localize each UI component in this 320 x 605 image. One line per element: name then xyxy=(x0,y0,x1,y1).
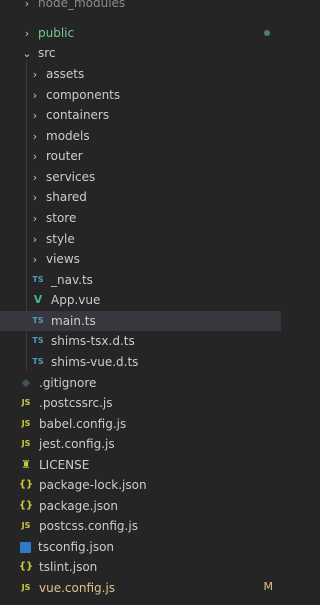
tree-item-babel-config[interactable]: JS babel.config.js xyxy=(0,414,281,434)
json-icon: {} xyxy=(18,561,34,572)
tree-item-label: main.ts xyxy=(51,314,96,328)
chevron-right-icon: › xyxy=(24,0,30,10)
tree-item-label: services xyxy=(46,170,96,184)
tree-item-label: containers xyxy=(46,108,110,122)
tree-item-label: src xyxy=(38,46,56,60)
tree-item-label: shims-tsx.d.ts xyxy=(51,334,135,348)
license-icon: ♜ xyxy=(21,458,31,471)
tree-item-label: tsconfig.json xyxy=(38,540,115,554)
tree-item-store[interactable]: › store xyxy=(0,208,281,228)
tree-item-package-lock[interactable]: {} package-lock.json xyxy=(0,475,281,495)
tree-item-models[interactable]: › models xyxy=(0,126,281,146)
chevron-right-icon: › xyxy=(24,26,30,40)
tree-item-shared[interactable]: › shared xyxy=(0,187,281,207)
tree-item-postcssrc[interactable]: JS .postcssrc.js xyxy=(0,393,281,413)
typescript-icon: TS xyxy=(32,316,44,325)
chevron-right-icon: › xyxy=(32,108,38,122)
tree-item-vue-config[interactable]: JS vue.config.js M xyxy=(0,578,281,598)
tree-item-label: assets xyxy=(46,67,85,81)
chevron-right-icon: › xyxy=(32,190,38,204)
chevron-right-icon: › xyxy=(32,149,38,163)
tree-item-shims-vue[interactable]: TS shims-vue.d.ts xyxy=(0,352,281,372)
tree-item-label: style xyxy=(46,232,75,246)
tree-item-label: .postcssrc.js xyxy=(39,396,113,410)
javascript-icon: JS xyxy=(21,398,31,407)
tree-item-style[interactable]: › style xyxy=(0,229,281,249)
tree-item-label: babel.config.js xyxy=(39,417,127,431)
tree-item-views[interactable]: › views xyxy=(0,249,281,269)
tree-item-main-ts[interactable]: TS main.ts xyxy=(0,311,281,331)
tree-item-gitignore[interactable]: ◆ .gitignore xyxy=(0,373,281,393)
tree-item-shims-tsx[interactable]: TS shims-tsx.d.ts xyxy=(0,331,281,351)
javascript-icon: JS xyxy=(21,521,31,530)
tree-item-components[interactable]: › components xyxy=(0,85,281,105)
tree-item-assets[interactable]: › assets xyxy=(0,64,281,84)
tree-item-router[interactable]: › router xyxy=(0,146,281,166)
tree-item-label: postcss.config.js xyxy=(39,519,138,533)
tree-item-nav-ts[interactable]: TS _nav.ts xyxy=(0,270,281,290)
tree-item-label: tslint.json xyxy=(39,560,98,574)
vue-icon: V xyxy=(33,293,43,306)
git-icon: ◆ xyxy=(21,376,31,389)
typescript-icon: TS xyxy=(32,336,44,345)
tree-item-label: views xyxy=(46,252,80,266)
modified-badge: M xyxy=(263,580,274,593)
tree-item-label: App.vue xyxy=(51,293,101,307)
tree-item-license[interactable]: ♜ LICENSE xyxy=(0,455,281,475)
tree-item-label: package.json xyxy=(39,499,119,513)
tree-item-label: _nav.ts xyxy=(51,273,93,287)
tree-item-public[interactable]: › public xyxy=(0,23,281,43)
typescript-icon: TS xyxy=(32,275,44,284)
javascript-icon: JS xyxy=(21,583,31,592)
tree-item-label: router xyxy=(46,149,83,163)
tree-item-label: vue.config.js xyxy=(39,581,116,595)
tree-item-tslint[interactable]: {} tslint.json xyxy=(0,557,281,577)
tree-item-containers[interactable]: › containers xyxy=(0,105,281,125)
tree-item-postcss-config[interactable]: JS postcss.config.js xyxy=(0,516,281,536)
tree-item-services[interactable]: › services xyxy=(0,167,281,187)
tree-item-label: LICENSE xyxy=(39,458,90,472)
tree-item-jest-config[interactable]: JS jest.config.js xyxy=(0,434,281,454)
javascript-icon: JS xyxy=(21,439,31,448)
javascript-icon: JS xyxy=(21,419,31,428)
tree-item-src[interactable]: ⌄ src xyxy=(0,43,281,63)
chevron-down-icon: ⌄ xyxy=(22,46,32,60)
json-icon: {} xyxy=(18,500,34,511)
tree-item-label: public xyxy=(38,26,75,40)
untracked-dot-icon xyxy=(264,30,270,36)
tree-item-label: package-lock.json xyxy=(39,478,147,492)
chevron-right-icon: › xyxy=(32,129,38,143)
tsconfig-icon xyxy=(20,541,31,553)
chevron-right-icon: › xyxy=(32,211,38,225)
tree-item-label: jest.config.js xyxy=(39,437,115,451)
tree-item-label: store xyxy=(46,211,77,225)
tree-item-label: shims-vue.d.ts xyxy=(51,355,139,369)
chevron-right-icon: › xyxy=(32,170,38,184)
chevron-right-icon: › xyxy=(32,252,38,266)
file-explorer: › node_modules › public ⌄ src › assets ›… xyxy=(0,0,281,605)
tree-item-tsconfig[interactable]: tsconfig.json xyxy=(0,537,281,557)
typescript-icon: TS xyxy=(32,357,44,366)
tree-item-app-vue[interactable]: V App.vue xyxy=(0,290,281,310)
chevron-right-icon: › xyxy=(32,67,38,81)
tree-item-label: components xyxy=(46,88,121,102)
chevron-right-icon: › xyxy=(32,88,38,102)
tree-item-label: shared xyxy=(46,190,87,204)
tree-item-label: node_modules xyxy=(38,0,126,10)
chevron-right-icon: › xyxy=(32,232,38,246)
tree-item-node-modules[interactable]: › node_modules xyxy=(0,0,281,13)
json-icon: {} xyxy=(18,479,34,490)
tree-item-label: models xyxy=(46,129,90,143)
tree-item-package-json[interactable]: {} package.json xyxy=(0,496,281,516)
tree-item-label: .gitignore xyxy=(39,376,97,390)
